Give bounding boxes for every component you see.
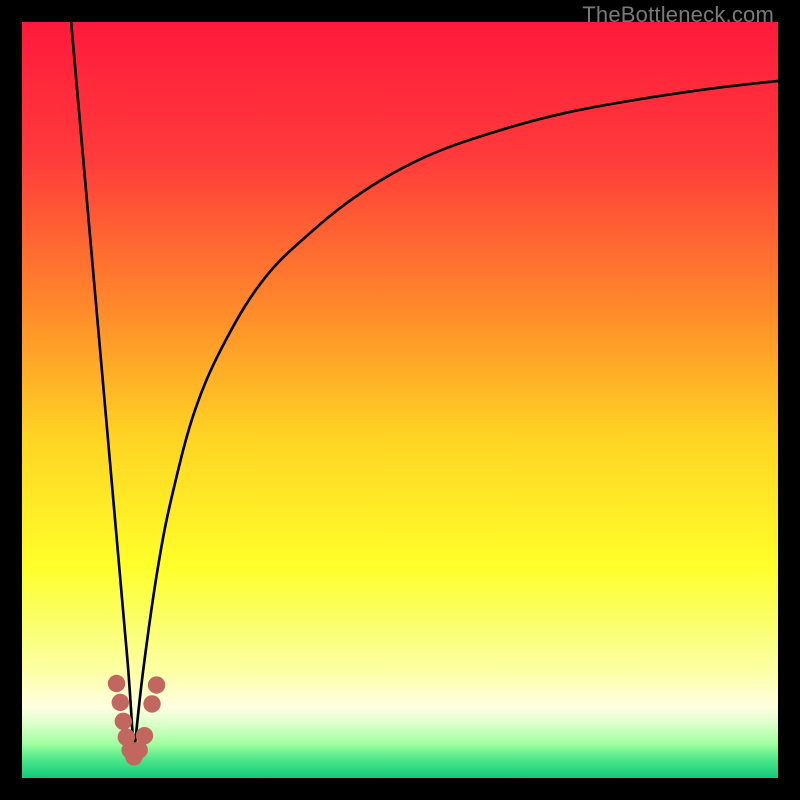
scatter-dot (112, 694, 129, 711)
watermark-text: TheBottleneck.com (582, 2, 774, 28)
curves-svg (22, 22, 778, 778)
curve-right-branch (134, 81, 778, 755)
scatter-dot (115, 713, 132, 730)
scatter-dot (148, 676, 165, 693)
plot-area (22, 22, 778, 778)
curve-left-branch (71, 22, 134, 755)
scatter-dot (143, 695, 160, 712)
scatter-dot (136, 727, 153, 744)
chart-frame: TheBottleneck.com (0, 0, 800, 800)
scatter-dot (108, 675, 125, 692)
